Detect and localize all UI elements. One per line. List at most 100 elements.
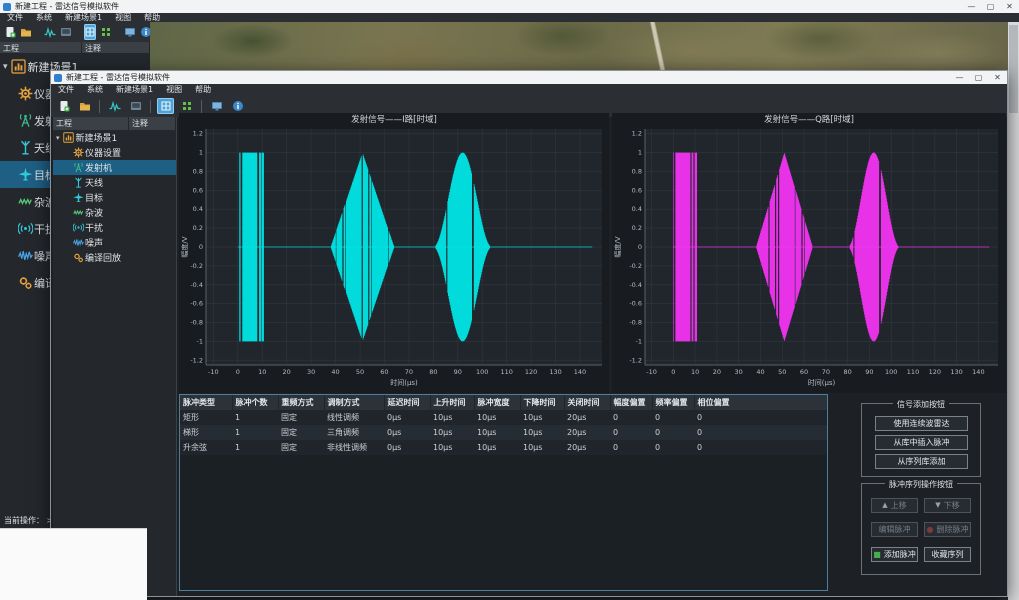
minimize-button[interactable]: — (962, 2, 981, 11)
menu-file[interactable]: 文件 (58, 84, 74, 95)
svg-text:-10: -10 (646, 368, 657, 376)
menu-system[interactable]: 系统 (87, 84, 103, 95)
scrollbar-thumb[interactable] (1009, 25, 1018, 113)
tree-item-发射机[interactable]: 发射机 (53, 160, 176, 175)
pulse-ops-group-title: 脉冲序列操作按钮 (885, 479, 957, 490)
menu-help[interactable]: 帮助 (195, 84, 211, 95)
tree-item-仪器设置[interactable]: 仪器设置 (53, 145, 176, 160)
q-channel-chart[interactable]: 发射信号——Q路[时域]-100102030405060708090100110… (612, 113, 1006, 393)
map-view[interactable] (150, 22, 1008, 70)
open-folder-button[interactable] (20, 24, 32, 40)
svg-text:90: 90 (865, 368, 873, 376)
table-cell: 固定 (278, 425, 324, 440)
move-down-button[interactable]: ▼ 下移 (924, 498, 971, 513)
table-cell: 0 (652, 425, 694, 440)
grid-view-button[interactable] (157, 98, 174, 114)
expander-icon[interactable]: ▾ (56, 134, 60, 142)
table-cell: 10μs (430, 425, 474, 440)
maximize-button[interactable]: ▢ (969, 73, 988, 82)
svg-text:1.2: 1.2 (193, 130, 203, 138)
info-button[interactable] (229, 98, 246, 114)
menu-view[interactable]: 视图 (166, 84, 182, 95)
arrow-down-icon: ▼ (935, 502, 940, 509)
monitor-button[interactable] (208, 98, 225, 114)
background-toolbar (0, 22, 150, 42)
table-row[interactable]: 梯形1固定三角调频0μs10μs10μs10μs20μs000 (180, 425, 828, 440)
monitor-button[interactable] (124, 24, 136, 40)
move-up-button[interactable]: ▲ 上移 (871, 498, 918, 513)
export-view-button[interactable] (60, 24, 72, 40)
tree-item-天线[interactable]: 天线 (53, 175, 176, 190)
menu-scene[interactable]: 新建场景1 (116, 84, 153, 95)
layout-dots-button[interactable] (100, 24, 112, 40)
close-button[interactable]: ✕ (988, 73, 1007, 82)
table-row[interactable]: 升余弦1固定非线性调频0μs10μs10μs10μs20μs000 (180, 440, 828, 455)
move-down-label: 下移 (944, 500, 960, 511)
table-cell: 矩形 (180, 410, 232, 425)
i-channel-chart[interactable]: 发射信号——I路[时域]-100102030405060708090100110… (179, 113, 609, 393)
export-view-icon (130, 100, 142, 112)
svg-text:120: 120 (929, 368, 941, 376)
arrow-up-icon: ▲ (882, 502, 887, 509)
menu-file[interactable]: 文件 (7, 13, 23, 22)
foreground-window: 新建工程 - 雷达信号模拟软件 — ▢ ✕ 文件 系统 新建场景1 视图 帮助 … (50, 70, 1008, 597)
svg-text:50: 50 (356, 368, 364, 376)
open-folder-button[interactable] (76, 98, 93, 114)
column-header: 上升时间 (430, 395, 474, 410)
table-cell: 0 (652, 440, 694, 455)
menu-system[interactable]: 系统 (36, 13, 52, 22)
tree-item-新建场景1[interactable]: ▾新建场景1 (53, 130, 176, 145)
expander-icon[interactable]: ▾ (3, 62, 8, 72)
target-icon (16, 167, 34, 182)
svg-text:0: 0 (236, 368, 240, 376)
tree-item-目标[interactable]: 目标 (53, 190, 176, 205)
close-button[interactable]: ✕ (1000, 2, 1019, 11)
target-icon (71, 192, 85, 203)
table-cell: 升余弦 (180, 440, 232, 455)
table-row[interactable]: 矩形1固定线性调频0μs10μs10μs10μs20μs000 (180, 410, 828, 425)
use-cw-radar-button[interactable]: 使用连续波雷达 (875, 416, 968, 431)
tree-item-杂波[interactable]: 杂波 (53, 205, 176, 220)
toolbar-separator (201, 100, 202, 113)
new-file-button[interactable] (55, 98, 72, 114)
edit-pulse-button[interactable]: 编辑脉冲 (871, 522, 918, 537)
tree-item-编译回放[interactable]: 编译回放 (53, 250, 176, 265)
vertical-scrollbar[interactable] (1008, 22, 1019, 600)
noise-icon (71, 237, 85, 248)
info-icon (232, 100, 244, 112)
signal-add-group-title: 信号添加按钮 (893, 399, 949, 410)
waveform-button[interactable] (44, 24, 56, 40)
menu-view[interactable]: 视图 (115, 13, 131, 22)
add-pulse-button[interactable]: ■ 添加脉冲 (871, 547, 918, 562)
tree-item-噪声[interactable]: 噪声 (53, 235, 176, 250)
tree-item-干扰[interactable]: 干扰 (53, 220, 176, 235)
save-sequence-button[interactable]: 收藏序列 (924, 547, 971, 562)
delete-pulse-button[interactable]: ● 删除脉冲 (924, 522, 971, 537)
svg-text:10: 10 (258, 368, 266, 376)
svg-text:-1: -1 (197, 337, 203, 345)
menu-help[interactable]: 帮助 (144, 13, 160, 22)
tree-item-label: 编译回放 (85, 251, 121, 264)
export-view-button[interactable] (127, 98, 144, 114)
table-cell: 10μs (430, 440, 474, 455)
maximize-button[interactable]: ▢ (981, 2, 1000, 11)
svg-text:140: 140 (574, 368, 586, 376)
svg-text:70: 70 (405, 368, 413, 376)
svg-text:100: 100 (885, 368, 897, 376)
svg-text:20: 20 (713, 368, 721, 376)
open-folder-icon (20, 26, 32, 38)
svg-text:-0.4: -0.4 (629, 281, 642, 289)
waveform-button[interactable] (106, 98, 123, 114)
layout-dots-button[interactable] (178, 98, 195, 114)
toolbar-separator (150, 100, 151, 113)
svg-text:0.8: 0.8 (632, 167, 642, 175)
add-from-sequence-library-button[interactable]: 从序列库添加 (875, 454, 968, 469)
minimize-button[interactable]: — (950, 73, 969, 82)
menu-scene[interactable]: 新建场景1 (65, 13, 102, 22)
new-file-button[interactable] (4, 24, 16, 40)
table-cell: 10μs (520, 410, 564, 425)
foreground-project-tree: 工程 注释 ▾新建场景1仪器设置发射机天线目标杂波干扰噪声编译回放 (53, 117, 177, 596)
clutter-icon (71, 207, 85, 218)
grid-view-button[interactable] (84, 24, 96, 40)
insert-pulse-from-library-button[interactable]: 从库中插入脉冲 (875, 435, 968, 450)
